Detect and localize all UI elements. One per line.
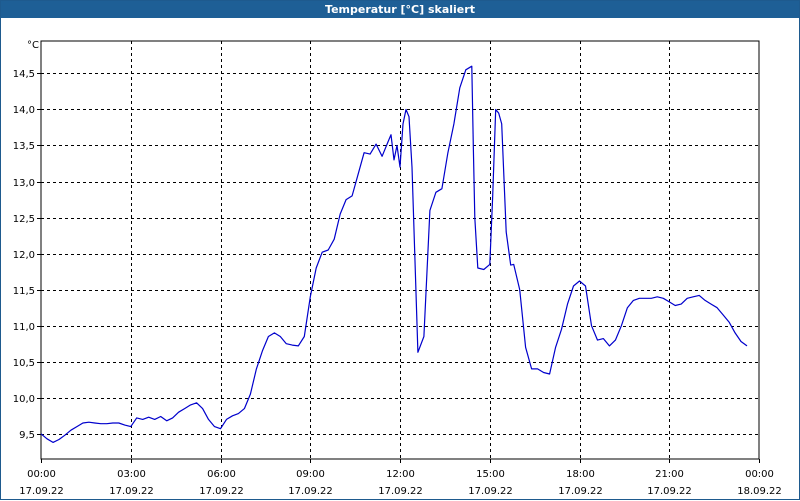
y-tick-label: 12,5 xyxy=(13,214,35,225)
x-tick-time-label: 00:00 xyxy=(27,469,56,480)
x-tick-date-label: 17.09.22 xyxy=(558,486,603,497)
y-axis-ticks: 9,5 10,0 10,5 11,0 11,5 12,0 12,5 13,0 13,5 14,0 1… xyxy=(13,69,41,441)
chart-plot: °C 9,5 10,0 10,5 11,0 11,5 12,0 12,5 13,0 13,5 14… xyxy=(13,40,782,497)
x-tick-date-label: 17.09.22 xyxy=(19,486,64,497)
x-tick-date-label: 17.09.22 xyxy=(378,486,423,497)
x-tick-date-label: 17.09.22 xyxy=(647,486,692,497)
x-tick-time-label: 03:00 xyxy=(117,469,146,480)
chart-window: Temperatur [°C] skaliert °C 9,5 10,0 10,5 1… xyxy=(0,0,800,500)
x-tick-date-label: 17.09.22 xyxy=(109,486,154,497)
x-tick-time-label: 06:00 xyxy=(207,469,236,480)
x-tick-time-label: 00:00 xyxy=(745,469,774,480)
y-tick-label: 14,0 xyxy=(13,105,35,116)
y-tick-label: 10,0 xyxy=(13,394,35,405)
x-tick-time-label: 15:00 xyxy=(476,469,505,480)
y-tick-label: 13,5 xyxy=(13,141,35,152)
y-tick-label: 11,5 xyxy=(13,286,35,297)
x-tick-date-label: 17.09.22 xyxy=(199,486,244,497)
y-tick-label: 14,5 xyxy=(13,69,35,80)
y-tick-label: 9,5 xyxy=(19,430,35,441)
y-tick-label: 10,5 xyxy=(13,358,35,369)
y-tick-label: 12,0 xyxy=(13,250,35,261)
x-tick-time-label: 12:00 xyxy=(386,469,415,480)
x-tick-date-label: 17.09.22 xyxy=(468,486,513,497)
y-axis-unit: °C xyxy=(27,40,39,51)
y-tick-label: 13,0 xyxy=(13,178,35,189)
x-tick-date-label: 18.09.22 xyxy=(737,486,782,497)
x-tick-time-label: 18:00 xyxy=(566,469,595,480)
x-tick-time-label: 21:00 xyxy=(655,469,684,480)
x-tick-date-label: 17.09.22 xyxy=(288,486,333,497)
x-tick-time-label: 09:00 xyxy=(296,469,325,480)
y-tick-label: 11,0 xyxy=(13,322,35,333)
x-axis-ticks: 00:00 17.09.22 03:00 17.09.22 06:00 17.09.22 0… xyxy=(19,459,782,497)
